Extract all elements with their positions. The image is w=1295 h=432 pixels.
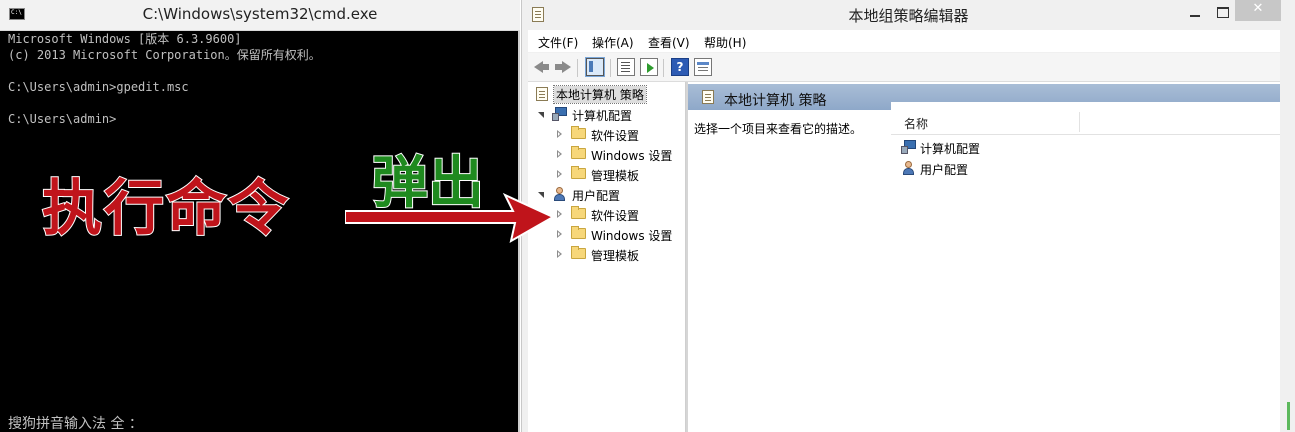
items-list: 名称 计算机配置 用户配置 [891, 102, 1280, 432]
console-line: Microsoft Windows [版本 6.3.9600] [8, 32, 242, 46]
user-icon [901, 160, 917, 176]
policy-document-icon [702, 90, 714, 104]
collapse-arrow-icon[interactable] [556, 229, 564, 239]
menu-help[interactable]: 帮助(H) [704, 34, 746, 51]
collapse-arrow-icon[interactable] [556, 149, 564, 159]
tree-node-computer-config[interactable]: 计算机配置 [528, 104, 678, 124]
tree-node-admin-templates[interactable]: 管理模板 [528, 164, 678, 184]
help-icon[interactable]: ? [671, 58, 689, 76]
folder-icon [571, 146, 586, 159]
tree-node-label: 计算机配置 [572, 109, 633, 123]
tree-node-label: 管理模板 [591, 169, 640, 183]
menu-view[interactable]: 查看(V) [648, 34, 690, 51]
folder-icon [571, 166, 586, 179]
collapse-arrow-icon[interactable] [556, 209, 564, 219]
tree-node-label: 管理模板 [591, 249, 640, 263]
tree-node-local-policy[interactable]: 本地计算机 策略 [528, 84, 678, 104]
back-arrow-icon[interactable] [532, 58, 550, 76]
content-pane: 本地计算机 策略 选择一个项目来查看它的描述。 名称 计算机配置 用户配置 [688, 82, 1280, 432]
maximize-button[interactable] [1214, 4, 1232, 20]
toolbar-separator [610, 59, 611, 77]
computer-icon [901, 140, 917, 154]
description-text: 选择一个项目来查看它的描述。 [694, 122, 863, 136]
computer-icon [552, 107, 568, 121]
tree-node-label: 本地计算机 策略 [553, 85, 647, 104]
list-item-computer-config[interactable]: 计算机配置 [901, 137, 1101, 157]
tree-node-admin-templates[interactable]: 管理模板 [528, 244, 678, 264]
gpedit-window: 本地组策略编辑器 ✕ 文件(F) 操作(A) 查看(V) 帮助(H) ? 本地计… [521, 0, 1295, 432]
column-header-label: 名称 [904, 117, 929, 131]
resize-grip[interactable] [1287, 402, 1290, 430]
arrow-shape [345, 192, 555, 243]
folder-icon [571, 226, 586, 239]
tree-node-label: 软件设置 [591, 209, 640, 223]
gpedit-titlebar[interactable]: 本地组策略编辑器 ✕ [522, 0, 1295, 30]
tree-pane: 本地计算机 策略 计算机配置 软件设置 Windows 设置 管理模板 用户配置 [528, 82, 686, 432]
toolbar: ? [528, 53, 1280, 82]
expand-arrow-icon[interactable] [538, 109, 546, 119]
properties-icon[interactable] [694, 58, 712, 76]
folder-icon [571, 126, 586, 139]
content-header-title: 本地计算机 策略 [724, 93, 827, 109]
tree-node-label: Windows 设置 [591, 229, 673, 243]
ime-status-bar: 搜狗拼音输入法 全 ： [8, 416, 143, 432]
list-view-icon[interactable] [617, 58, 635, 76]
menu-bar: 文件(F) 操作(A) 查看(V) 帮助(H) [528, 30, 1280, 52]
tree-node-software-settings[interactable]: 软件设置 [528, 124, 678, 144]
list-item-user-config[interactable]: 用户配置 [901, 158, 1101, 178]
annotation-arrow-icon [345, 192, 555, 243]
tree-node-windows-settings[interactable]: Windows 设置 [528, 144, 678, 164]
collapse-arrow-icon[interactable] [556, 249, 564, 259]
list-item-label: 计算机配置 [920, 142, 981, 156]
column-divider[interactable] [1079, 112, 1080, 132]
toolbar-separator [663, 59, 664, 77]
policy-document-icon [536, 87, 548, 101]
console-line: C:\Users\admin>gpedit.msc [8, 80, 189, 94]
tree-node-label: Windows 设置 [591, 149, 673, 163]
menu-action[interactable]: 操作(A) [592, 34, 634, 51]
cmd-window-title: C:\Windows\system32\cmd.exe [142, 5, 378, 23]
list-item-label: 用户配置 [920, 163, 969, 177]
folder-icon [571, 206, 586, 219]
column-header-name[interactable]: 名称 [891, 110, 1280, 135]
collapse-arrow-icon[interactable] [556, 169, 564, 179]
gpedit-window-title: 本地组策略编辑器 [848, 7, 969, 25]
tree-node-label: 软件设置 [591, 129, 640, 143]
menu-file[interactable]: 文件(F) [538, 34, 578, 51]
show-hide-tree-icon[interactable] [585, 57, 605, 77]
console-prompt: C:\Users\admin> [8, 112, 117, 126]
close-icon: ✕ [1252, 1, 1264, 16]
export-list-icon[interactable] [640, 58, 658, 76]
collapse-arrow-icon[interactable] [556, 129, 564, 139]
cmd-titlebar[interactable]: C:\ C:\Windows\system32\cmd.exe [0, 0, 520, 31]
console-line: (c) 2013 Microsoft Corporation。保留所有权利。 [8, 48, 321, 62]
toolbar-separator [577, 59, 578, 77]
forward-arrow-icon[interactable] [554, 58, 572, 76]
close-button[interactable]: ✕ [1235, 0, 1281, 21]
tree-node-label: 用户配置 [572, 189, 621, 203]
folder-icon [571, 246, 586, 259]
annotation-execute-command: 执行命令 [41, 173, 290, 245]
minimize-button[interactable] [1186, 6, 1204, 20]
